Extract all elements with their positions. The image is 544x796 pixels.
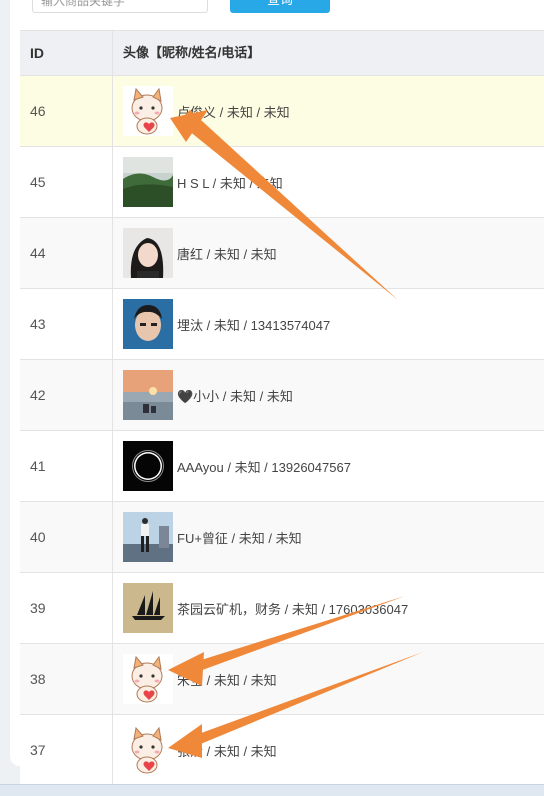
row-id: 38 xyxy=(20,644,113,714)
bottom-scroll-bar[interactable] xyxy=(0,784,544,796)
row-user: 埋汰 / 未知 / 13413574047 xyxy=(113,299,544,349)
table-row[interactable]: 39 茶园云矿机，财务 / 未知 / 17603036047 xyxy=(20,573,544,644)
user-info-text: 宋全 / 未知 / 未知 xyxy=(177,672,277,688)
search-input[interactable]: 输入商品关键字 xyxy=(32,0,208,13)
table-header: ID 头像【昵称/姓名/电话】 xyxy=(20,30,544,76)
table-row[interactable]: 37 张清 / 未知 / 未知 xyxy=(20,715,544,786)
search-button[interactable]: 查询 xyxy=(230,0,330,13)
cat-avatar xyxy=(123,654,173,704)
row-id: 46 xyxy=(20,76,113,146)
user-info-text: 埋汰 / 未知 / 13413574047 xyxy=(177,317,331,333)
table-row[interactable]: 43 埋汰 / 未知 / 13413574047 xyxy=(20,289,544,360)
row-user: AAAyou / 未知 / 13926047567 xyxy=(113,441,544,491)
man-photo-avatar xyxy=(123,299,173,349)
header-user: 头像【昵称/姓名/电话】 xyxy=(123,45,261,60)
cat-avatar xyxy=(123,725,173,775)
woman-photo-avatar xyxy=(123,228,173,278)
row-user: 宋全 / 未知 / 未知 xyxy=(113,654,544,704)
user-info-text: AAAyou / 未知 / 13926047567 xyxy=(177,459,351,475)
user-info-text: H S L / 未知 / 未知 xyxy=(177,175,283,191)
row-id: 43 xyxy=(20,289,113,359)
table-row[interactable]: 41 AAAyou / 未知 / 13926047567 xyxy=(20,431,544,502)
row-user: 🖤小小 / 未知 / 未知 xyxy=(113,370,544,420)
row-id: 41 xyxy=(20,431,113,501)
user-table: ID 头像【昵称/姓名/电话】 46 卢俊义 / 未知 / 未知 45 H S L /… xyxy=(20,30,544,786)
table-row[interactable]: 45 H S L / 未知 / 未知 xyxy=(20,147,544,218)
table-row[interactable]: 38 宋全 / 未知 / 未知 xyxy=(20,644,544,715)
row-id: 37 xyxy=(20,715,113,785)
user-info-text: 张清 / 未知 / 未知 xyxy=(177,743,277,759)
user-info-text: 唐红 / 未知 / 未知 xyxy=(177,246,277,262)
table-row[interactable]: 42 🖤小小 / 未知 / 未知 xyxy=(20,360,544,431)
row-id: 45 xyxy=(20,147,113,217)
table-row[interactable]: 40 FU+曾征 / 未知 / 未知 xyxy=(20,502,544,573)
row-id: 39 xyxy=(20,573,113,643)
user-info-text: 🖤小小 / 未知 / 未知 xyxy=(177,388,293,404)
row-id: 42 xyxy=(20,360,113,430)
row-user: 卢俊义 / 未知 / 未知 xyxy=(113,86,544,136)
table-row[interactable]: 44 唐红 / 未知 / 未知 xyxy=(20,218,544,289)
row-id: 40 xyxy=(20,502,113,572)
row-user: 茶园云矿机，财务 / 未知 / 17603036047 xyxy=(113,583,544,633)
row-user: FU+曾征 / 未知 / 未知 xyxy=(113,512,544,562)
row-user: 唐红 / 未知 / 未知 xyxy=(113,228,544,278)
user-info-text: FU+曾征 / 未知 / 未知 xyxy=(177,530,302,546)
eclipse-avatar xyxy=(123,441,173,491)
row-user: 张清 / 未知 / 未知 xyxy=(113,725,544,775)
user-info-text: 卢俊义 / 未知 / 未知 xyxy=(177,104,290,120)
row-id: 44 xyxy=(20,218,113,288)
landscape-avatar xyxy=(123,157,173,207)
city-photo-avatar xyxy=(123,512,173,562)
ship-avatar xyxy=(123,583,173,633)
cat-avatar xyxy=(123,86,173,136)
user-info-text: 茶园云矿机，财务 / 未知 / 17603036047 xyxy=(177,601,409,617)
sunset-avatar xyxy=(123,370,173,420)
row-user: H S L / 未知 / 未知 xyxy=(113,157,544,207)
header-id: ID xyxy=(20,31,113,75)
table-row[interactable]: 46 卢俊义 / 未知 / 未知 xyxy=(20,76,544,147)
